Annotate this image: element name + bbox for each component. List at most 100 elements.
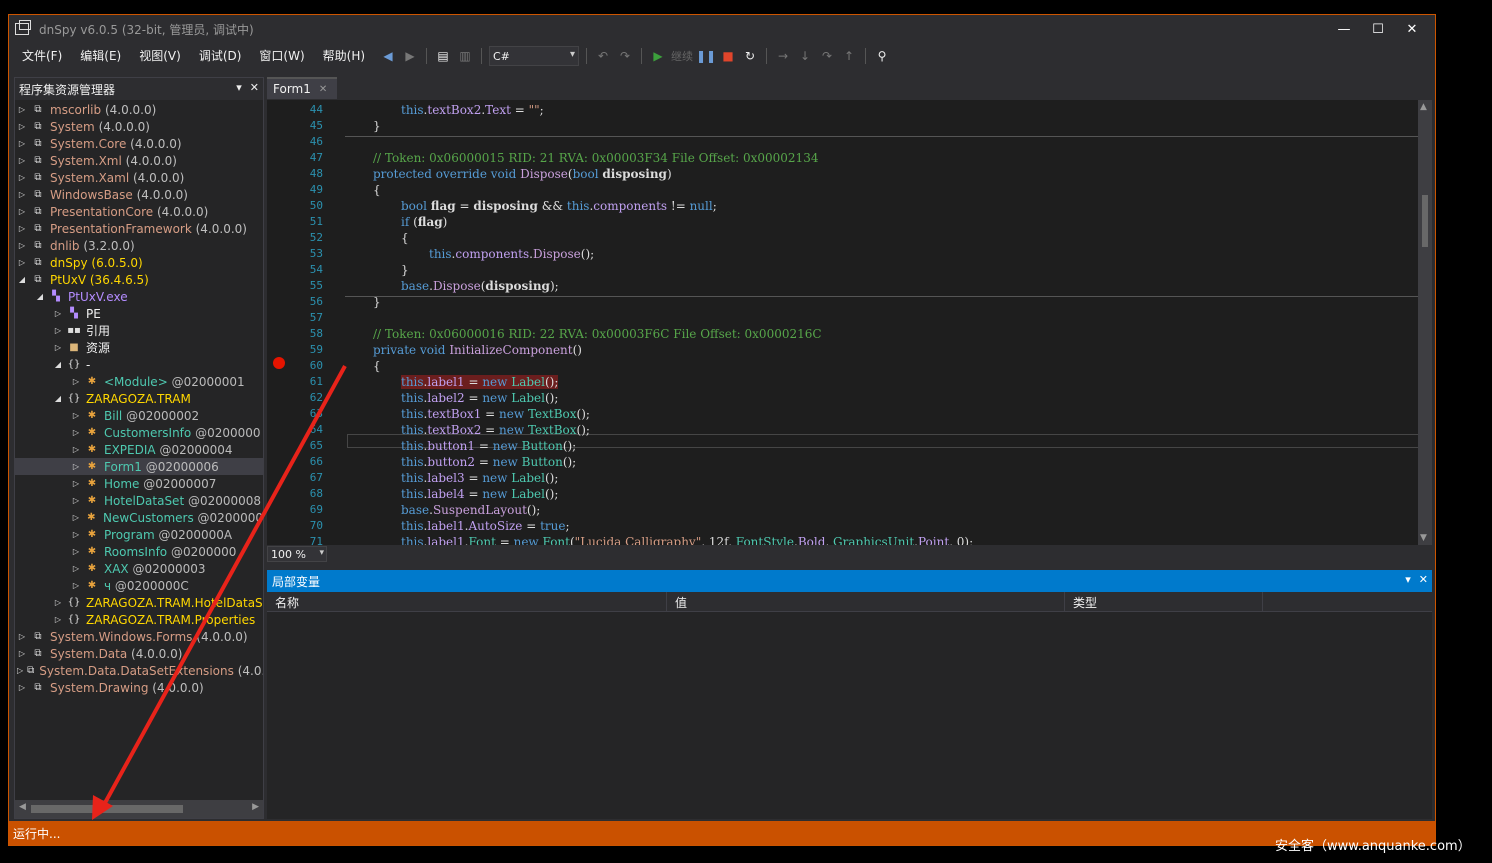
code-line[interactable]: this.textBox1 = new TextBox(); [337, 407, 590, 421]
expand-arrow-icon[interactable]: ▷ [71, 496, 81, 505]
tree-node[interactable]: ▷ ✱ NewCustomers @0200000 [15, 509, 263, 526]
expand-arrow-icon[interactable]: ▷ [17, 632, 27, 641]
code-line[interactable]: base.SuspendLayout(); [337, 503, 540, 517]
tree-node[interactable]: ▷ ⧉ System.Xaml (4.0.0.0) [15, 169, 263, 186]
scroll-right-icon[interactable]: ▶ [252, 802, 259, 812]
language-select[interactable]: C# [489, 46, 579, 66]
expand-arrow-icon[interactable]: ▷ [17, 156, 27, 165]
code-line[interactable]: this.label1.Font = new Font("Lucida Call… [337, 535, 973, 545]
tree-node-selected[interactable]: ▷ ✱ Form1 @02000006 [15, 458, 263, 475]
code-line[interactable]: this.label4 = new Label(); [337, 487, 558, 501]
show-next-statement-icon[interactable]: → [774, 47, 792, 65]
expand-arrow-icon[interactable]: ▷ [17, 258, 27, 267]
column-type[interactable]: 类型 [1065, 592, 1263, 612]
tab-close-icon[interactable]: ✕ [319, 84, 327, 95]
tree-node[interactable]: ▷ ✱ HotelDataSet @02000008 [15, 492, 263, 509]
tree-node[interactable]: ▷ ✱ XAX @02000003 [15, 560, 263, 577]
editor-vertical-scrollbar[interactable]: ▲ ▼ [1418, 100, 1432, 545]
tree-node[interactable]: ▷ ⧉ mscorlib (4.0.0.0) [15, 101, 263, 118]
tree-node[interactable]: ◢ ▚ PtUxV.exe [15, 288, 263, 305]
tree-node[interactable]: ▷ ⧉ PresentationFramework (4.0.0.0) [15, 220, 263, 237]
code-line[interactable]: this.textBox2 = new TextBox(); [337, 423, 590, 437]
code-line[interactable]: private void InitializeComponent() [337, 343, 582, 357]
menu-file[interactable]: 文件(F) [13, 47, 71, 64]
panel-dropdown-icon[interactable]: ▾ [1405, 573, 1411, 586]
code-line[interactable]: this.label2 = new Label(); [337, 391, 558, 405]
collapse-arrow-icon[interactable]: ◢ [53, 360, 63, 369]
expand-arrow-icon[interactable]: ▷ [53, 615, 63, 624]
tree-node[interactable]: ▷ ⧉ System.Data (4.0.0.0) [15, 645, 263, 662]
code-line[interactable]: { [337, 359, 381, 373]
redo-icon[interactable]: ↷ [616, 47, 634, 65]
forward-icon[interactable]: ▶ [401, 47, 419, 65]
expand-arrow-icon[interactable]: ▷ [71, 513, 81, 522]
collapse-arrow-icon[interactable]: ◢ [17, 275, 27, 284]
tree-node[interactable]: ▷ ⧉ System.Drawing (4.0.0.0) [15, 679, 263, 696]
tree-node[interactable]: ▷ ⧉ System.Xml (4.0.0.0) [15, 152, 263, 169]
code-line[interactable]: { [337, 231, 409, 245]
open-list-icon[interactable]: ▥ [456, 47, 474, 65]
expand-arrow-icon[interactable]: ▷ [53, 326, 63, 335]
tree-node[interactable]: ▷ ✱ EXPEDIA @02000004 [15, 441, 263, 458]
code-line[interactable]: this.textBox2.Text = ""; [337, 103, 544, 117]
step-into-icon[interactable]: ↓ [796, 47, 814, 65]
tree-node[interactable]: ▷ ✱ ч @0200000C [15, 577, 263, 594]
tree-node[interactable]: ▷ ⧉ dnSpy (6.0.5.0) [15, 254, 263, 271]
tree-node[interactable]: ▷ ⧉ WindowsBase (4.0.0.0) [15, 186, 263, 203]
tree-node[interactable]: ▷ ⧉ PresentationCore (4.0.0.0) [15, 203, 263, 220]
tree-node[interactable]: ▷ ✱ Program @0200000A [15, 526, 263, 543]
collapse-arrow-icon[interactable]: ◢ [53, 394, 63, 403]
tree-node[interactable]: ▷ {} ZARAGOZA.TRAM.Properties [15, 611, 263, 628]
tree-node[interactable]: ▷ ⧉ System.Windows.Forms (4.0.0.0) [15, 628, 263, 645]
expand-arrow-icon[interactable]: ▷ [71, 445, 81, 454]
tree-node[interactable]: ▷ ✱ RoomsInfo @0200000 [15, 543, 263, 560]
expand-arrow-icon[interactable]: ▷ [17, 683, 27, 692]
explorer-horizontal-scrollbar[interactable]: ◀ ▶ [15, 800, 263, 818]
panel-dropdown-icon[interactable]: ▾ [236, 81, 242, 94]
expand-arrow-icon[interactable]: ▷ [17, 173, 27, 182]
code-line[interactable]: // Token: 0x06000015 RID: 21 RVA: 0x0000… [337, 151, 818, 165]
code-line[interactable]: // Token: 0x06000016 RID: 22 RVA: 0x0000… [337, 327, 822, 341]
tree-node[interactable]: ◢ {} - [15, 356, 263, 373]
expand-arrow-icon[interactable]: ▷ [71, 428, 81, 437]
code-line[interactable]: base.Dispose(disposing); [337, 279, 559, 293]
code-line[interactable]: } [337, 119, 381, 133]
panel-close-icon[interactable]: ✕ [1419, 573, 1428, 586]
back-icon[interactable]: ◀ [379, 47, 397, 65]
expand-arrow-icon[interactable]: ▷ [71, 479, 81, 488]
expand-arrow-icon[interactable]: ▷ [71, 564, 81, 573]
code-line[interactable]: if (flag) [337, 215, 447, 229]
tree-node[interactable]: ▷ ⧉ System.Data.DataSetExtensions (4.0. [15, 662, 263, 679]
tree-node[interactable]: ▷ ▪▪ 引用 [15, 322, 263, 339]
code-line[interactable]: protected override void Dispose(bool dis… [337, 167, 672, 181]
tree-node[interactable]: ▷ ✱ Home @02000007 [15, 475, 263, 492]
open-icon[interactable]: ▤ [434, 47, 452, 65]
code-line[interactable]: this.components.Dispose(); [337, 247, 594, 261]
expand-arrow-icon[interactable]: ▷ [17, 139, 27, 148]
stop-icon[interactable]: ■ [719, 47, 737, 65]
expand-arrow-icon[interactable]: ▷ [17, 122, 27, 131]
code-line-breakpoint[interactable]: this.label1 = new Label(); [337, 375, 559, 389]
scroll-thumb[interactable] [31, 805, 183, 813]
minimize-button[interactable]: — [1327, 15, 1361, 43]
code-line[interactable]: } [337, 295, 381, 309]
step-out-icon[interactable]: ↑ [840, 47, 858, 65]
continue-icon[interactable]: ▶ [649, 47, 667, 65]
maximize-button[interactable]: ☐ [1361, 15, 1395, 43]
tree-node[interactable]: ▷ ■ 资源 [15, 339, 263, 356]
expand-arrow-icon[interactable]: ▷ [71, 462, 81, 471]
step-over-icon[interactable]: ↷ [818, 47, 836, 65]
scroll-left-icon[interactable]: ◀ [19, 802, 26, 812]
expand-arrow-icon[interactable]: ▷ [71, 411, 81, 420]
panel-close-icon[interactable]: ✕ [250, 81, 259, 94]
expand-arrow-icon[interactable]: ▷ [53, 343, 63, 352]
menu-help[interactable]: 帮助(H) [314, 47, 374, 64]
column-name[interactable]: 名称 [267, 592, 667, 612]
expand-arrow-icon[interactable]: ▷ [71, 530, 81, 539]
tree-node[interactable]: ▷ ✱ Bill @02000002 [15, 407, 263, 424]
tree-node[interactable]: ▷ ⧉ System (4.0.0.0) [15, 118, 263, 135]
code-line[interactable]: } [337, 263, 409, 277]
expand-arrow-icon[interactable]: ▷ [17, 207, 27, 216]
code-line[interactable]: { [337, 183, 381, 197]
scroll-down-icon[interactable]: ▼ [1420, 533, 1427, 543]
